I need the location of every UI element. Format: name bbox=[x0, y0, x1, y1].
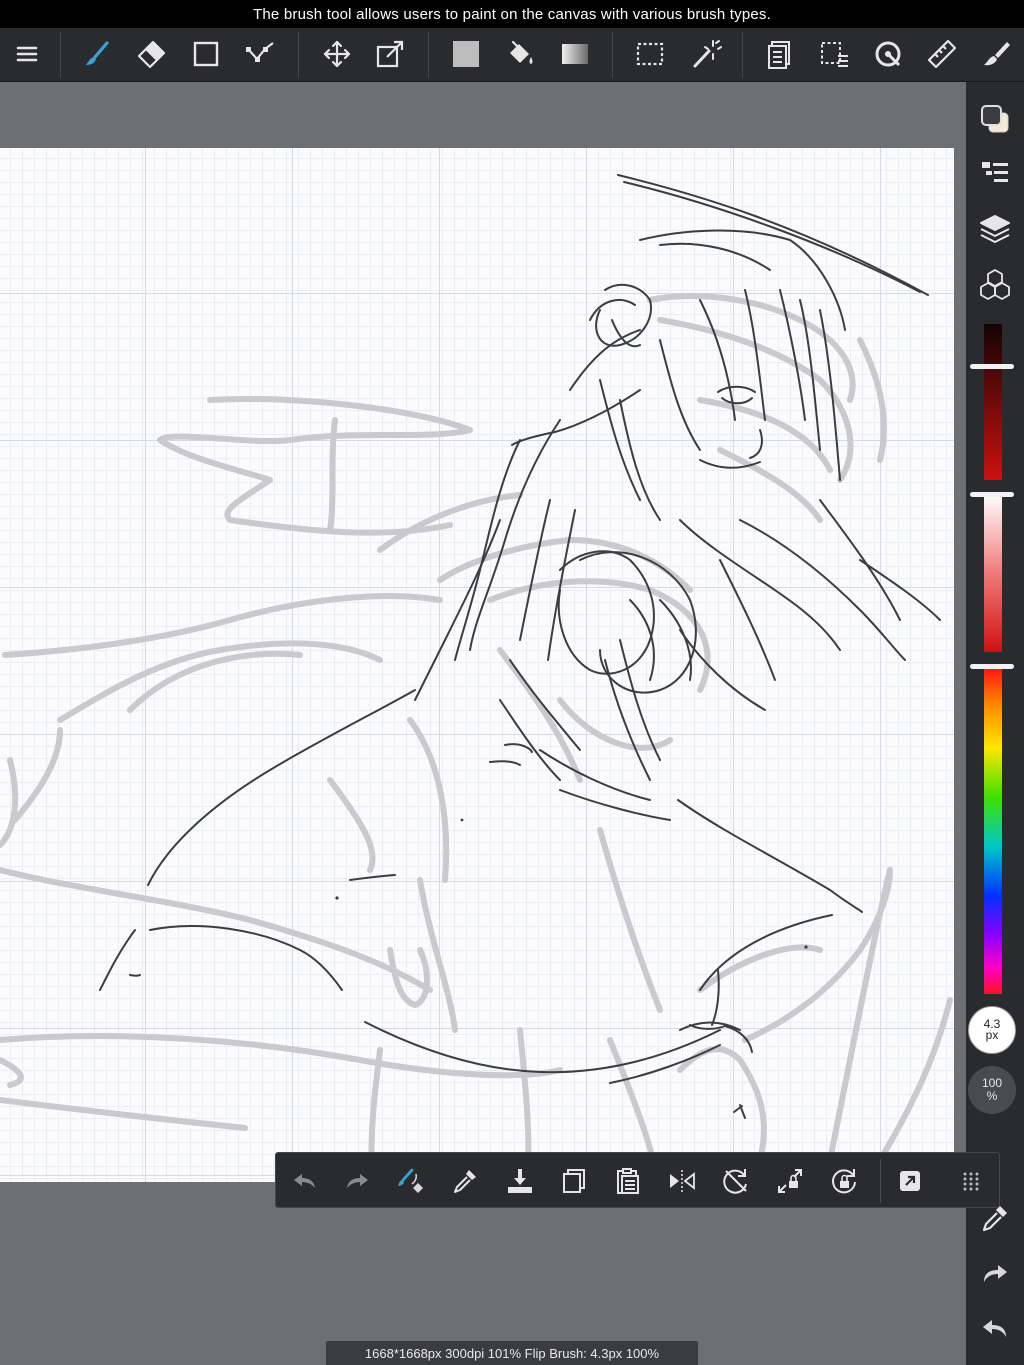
eraser-tool-button[interactable] bbox=[131, 34, 171, 74]
stroke-edit-button[interactable] bbox=[240, 34, 280, 74]
undo-icon bbox=[294, 1174, 315, 1188]
brush-settings-icon bbox=[984, 42, 1010, 66]
brightness-slider-knob[interactable] bbox=[970, 364, 1014, 369]
download-icon bbox=[508, 1169, 532, 1193]
expand-button[interactable] bbox=[890, 1161, 930, 1201]
move-tool-button[interactable] bbox=[317, 34, 357, 74]
selection-icon bbox=[636, 42, 664, 66]
grid-dots-icon bbox=[963, 1172, 979, 1191]
materials-button[interactable] bbox=[975, 264, 1015, 304]
app-window: The brush tool allows users to paint on … bbox=[0, 0, 1024, 1365]
brush-eraser-toggle-button[interactable] bbox=[391, 1161, 431, 1201]
rectangle-icon bbox=[193, 41, 219, 67]
transform-icon bbox=[376, 40, 404, 68]
gradient-icon bbox=[562, 44, 588, 64]
hue-slider-knob[interactable] bbox=[970, 664, 1014, 669]
menu-icon bbox=[16, 46, 38, 62]
brightness-slider[interactable] bbox=[984, 324, 1002, 480]
main-toolbar bbox=[0, 28, 1024, 82]
rotate-reset-icon bbox=[723, 1169, 747, 1194]
paste-button[interactable] bbox=[608, 1161, 648, 1201]
save-button[interactable] bbox=[500, 1161, 540, 1201]
color-swatch-icon bbox=[981, 105, 1009, 133]
quick-access-bar bbox=[275, 1152, 1000, 1208]
status-bar: 1668*1668px 300dpi 101% Flip Brush: 4.3p… bbox=[326, 1341, 698, 1365]
fill-swatch-icon bbox=[453, 41, 479, 67]
pages-icon bbox=[768, 41, 790, 69]
rotate-lock-button[interactable] bbox=[824, 1161, 864, 1201]
eyedropper-icon bbox=[454, 1170, 476, 1193]
list-icon bbox=[982, 162, 1008, 182]
saturation-slider-knob[interactable] bbox=[970, 492, 1014, 497]
hue-slider[interactable] bbox=[984, 666, 1002, 994]
snap-icon bbox=[875, 41, 901, 67]
brush-eraser-icon bbox=[398, 1168, 423, 1193]
brush-size-unit: px bbox=[985, 1028, 999, 1042]
redo-icon bbox=[984, 1265, 1007, 1282]
color-swap-button[interactable] bbox=[975, 99, 1015, 139]
drawing-canvas[interactable] bbox=[0, 148, 954, 1182]
sketch-artwork bbox=[0, 174, 953, 1173]
bucket-tool-button[interactable] bbox=[500, 34, 540, 74]
copy-icon bbox=[563, 1169, 585, 1193]
layers-button[interactable] bbox=[975, 209, 1015, 249]
magic-wand-button[interactable] bbox=[686, 34, 726, 74]
move-icon bbox=[323, 40, 351, 68]
ruler-button[interactable] bbox=[922, 34, 962, 74]
layer-pages-button[interactable] bbox=[760, 34, 800, 74]
selection-tool-button[interactable] bbox=[630, 34, 670, 74]
transform-tool-button[interactable] bbox=[370, 34, 410, 74]
expand-icon bbox=[900, 1171, 920, 1191]
stroke-edit-icon bbox=[246, 42, 274, 62]
shape-tool-button[interactable] bbox=[186, 34, 226, 74]
brush-settings-button[interactable] bbox=[976, 34, 1016, 74]
layers-icon bbox=[980, 215, 1010, 243]
copy-button[interactable] bbox=[554, 1161, 594, 1201]
more-button[interactable] bbox=[951, 1161, 991, 1201]
brush-size-button[interactable]: 4.3 px bbox=[968, 1006, 1016, 1054]
gradient-tool-button[interactable] bbox=[555, 34, 595, 74]
menu-button[interactable] bbox=[7, 34, 47, 74]
bucket-icon bbox=[510, 40, 533, 64]
flip-icon bbox=[670, 1170, 695, 1192]
undo-button[interactable] bbox=[285, 1161, 325, 1201]
selection-list-icon bbox=[821, 42, 848, 67]
snap-button[interactable] bbox=[868, 34, 908, 74]
cubes-icon bbox=[980, 269, 1010, 300]
selection-list-button[interactable] bbox=[814, 34, 854, 74]
tool-tooltip: The brush tool allows users to paint on … bbox=[0, 0, 1024, 28]
eyedropper-button[interactable] bbox=[445, 1161, 485, 1201]
brush-opacity-button[interactable]: 100 % bbox=[968, 1066, 1016, 1114]
sidebar-undo-button[interactable] bbox=[975, 1308, 1015, 1348]
paste-icon bbox=[617, 1168, 639, 1194]
redo-icon bbox=[347, 1174, 368, 1188]
saturation-slider[interactable] bbox=[984, 494, 1002, 652]
flip-button[interactable] bbox=[662, 1161, 702, 1201]
properties-button[interactable] bbox=[975, 154, 1015, 194]
opacity-unit: % bbox=[986, 1089, 998, 1103]
ruler-icon bbox=[927, 39, 957, 69]
magic-wand-icon bbox=[693, 40, 722, 68]
undo-icon bbox=[983, 1320, 1006, 1337]
rotate-reset-button[interactable] bbox=[716, 1161, 756, 1201]
fit-lock-button[interactable] bbox=[770, 1161, 810, 1201]
rotate-lock-icon bbox=[832, 1169, 856, 1194]
sidebar-redo-button[interactable] bbox=[975, 1253, 1015, 1293]
brush-icon bbox=[86, 41, 109, 65]
eraser-icon bbox=[137, 40, 166, 69]
fit-lock-icon bbox=[778, 1169, 802, 1193]
redo-button[interactable] bbox=[337, 1161, 377, 1201]
brush-tool-button[interactable] bbox=[77, 34, 117, 74]
fill-color-button[interactable] bbox=[446, 34, 486, 74]
